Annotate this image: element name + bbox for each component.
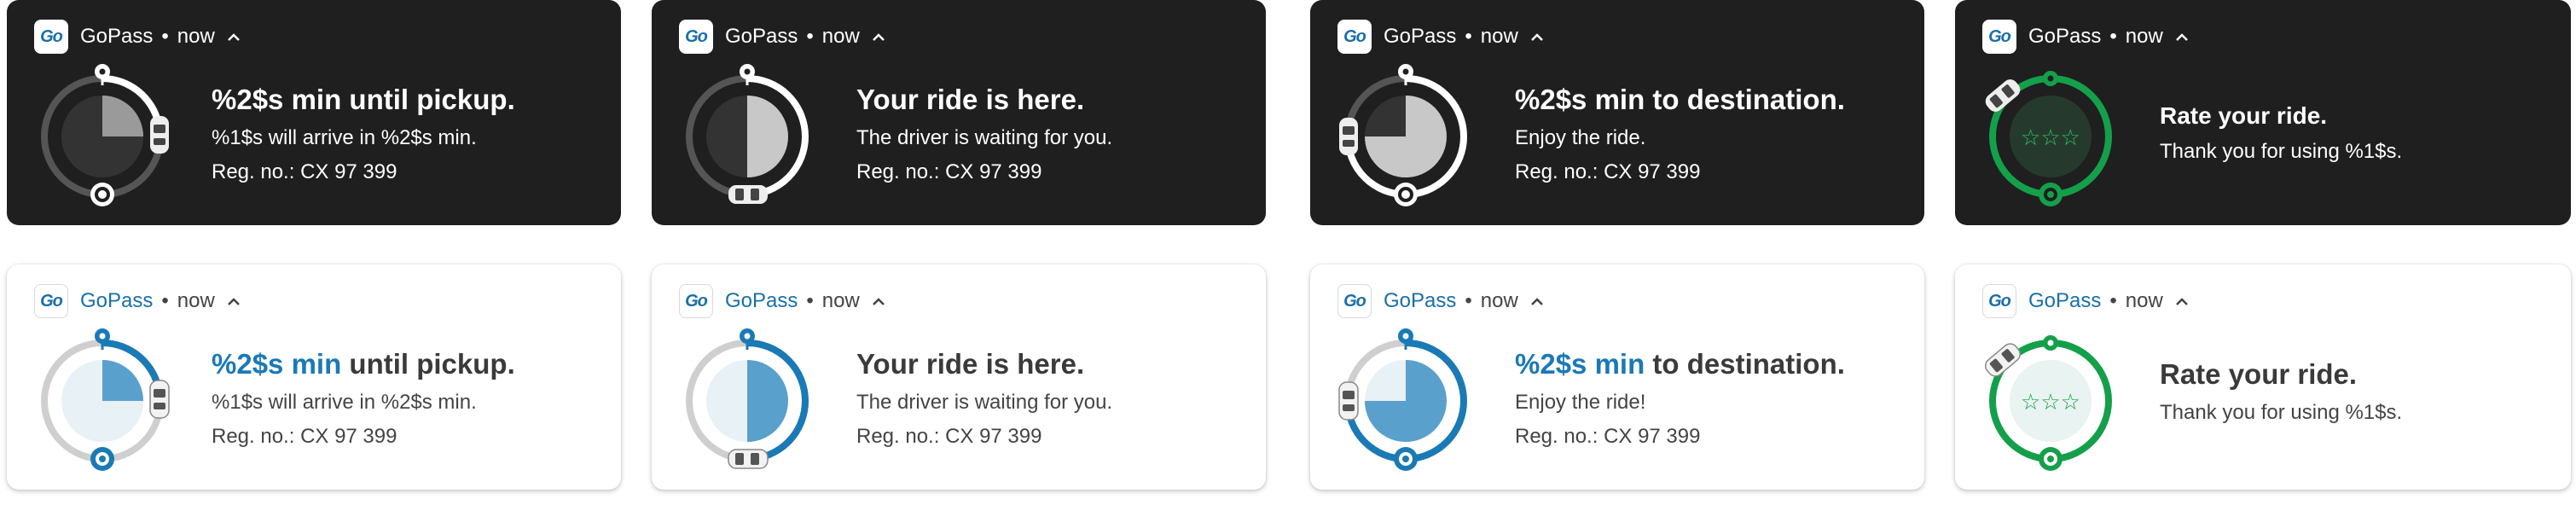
rating-complete-icon: ☆☆☆ [1985, 71, 2112, 206]
title-time: %2$s min [212, 348, 342, 380]
notification-body: Thank you for using %1$s. [2160, 140, 2403, 163]
gopass-app-icon: Go [1982, 284, 2016, 318]
rating-stars: ☆☆☆ [2021, 390, 2080, 415]
app-name: GoPass [725, 289, 798, 312]
chevron-up-icon[interactable] [1529, 295, 1546, 307]
timestamp: now [177, 25, 215, 48]
chevron-up-icon[interactable] [2173, 31, 2190, 43]
destination-progress-icon [1338, 328, 1467, 471]
registration-number: Reg. no.: CX 97 399 [1515, 425, 1701, 448]
rating-complete-icon: ☆☆☆ [1985, 335, 2112, 471]
registration-number: Reg. no.: CX 97 399 [212, 425, 397, 448]
gopass-app-icon: Go [34, 284, 68, 318]
registration-number: Reg. no.: CX 97 399 [856, 425, 1042, 448]
title-time: %2$s min [1515, 348, 1645, 380]
notification-title: Rate your ride. [2160, 102, 2328, 129]
gopass-app-icon: Go [679, 284, 713, 318]
registration-number: Reg. no.: CX 97 399 [212, 160, 397, 183]
timestamp: now [177, 289, 215, 312]
chevron-up-icon[interactable] [225, 295, 242, 307]
notification-title: Your ride is here. [856, 84, 1085, 115]
notification-header: Go GoPass • now [1982, 282, 2190, 321]
gopass-app-icon: Go [679, 20, 713, 54]
notification-card-arrived-light[interactable]: Go GoPass • now Your ride is here. The d… [652, 264, 1266, 490]
title-rest: until pickup. [341, 348, 515, 380]
destination-progress-icon [1339, 64, 1467, 206]
timestamp: now [1480, 25, 1518, 48]
timestamp: now [2125, 289, 2163, 312]
gopass-app-icon: Go [1982, 20, 2016, 54]
timestamp: now [821, 25, 860, 48]
notification-title: Your ride is here. [856, 348, 1085, 380]
notification-card-pickup-light[interactable]: Go GoPass • now %2$s min until pickup. %… [7, 264, 621, 490]
pickup-progress-icon [41, 64, 169, 206]
chevron-up-icon[interactable] [225, 31, 242, 43]
chevron-up-icon[interactable] [1529, 31, 1546, 43]
gopass-app-icon: Go [1337, 284, 1372, 318]
chevron-up-icon[interactable] [870, 295, 887, 307]
registration-number: Reg. no.: CX 97 399 [1515, 160, 1701, 183]
notification-card-rate-light[interactable]: Go GoPass • now ☆☆☆ Rate your ride. Than… [1955, 264, 2571, 490]
notification-card-destination-light[interactable]: Go GoPass • now %2$s min to destination.… [1310, 264, 1924, 490]
notification-header: Go GoPass • now [34, 17, 242, 56]
notification-header: Go GoPass • now [1337, 282, 1546, 321]
gopass-app-icon: Go [34, 20, 68, 54]
timestamp: now [2125, 25, 2163, 48]
arrival-progress-icon [686, 64, 809, 204]
timestamp: now [821, 289, 860, 312]
notification-header: Go GoPass • now [1982, 17, 2190, 56]
app-name: GoPass [2028, 289, 2102, 312]
notification-card-destination-dark[interactable]: Go GoPass • now %2$s min to destination.… [1310, 0, 1924, 225]
notification-card-rate-dark[interactable]: Go GoPass • now ☆☆☆ Rate your ride. Than… [1955, 0, 2571, 225]
chevron-up-icon[interactable] [2173, 295, 2190, 307]
registration-number: Reg. no.: CX 97 399 [856, 160, 1042, 183]
notification-title: %2$s min to destination. [1515, 348, 1845, 380]
notification-body: The driver is waiting for you. [856, 126, 1113, 149]
chevron-up-icon[interactable] [870, 31, 887, 43]
notification-header: Go GoPass • now [34, 282, 242, 321]
notification-body: %1$s will arrive in %2$s min. [212, 126, 477, 149]
app-name: GoPass [80, 289, 154, 312]
gopass-app-icon: Go [1337, 20, 1372, 54]
notification-header: Go GoPass • now [1337, 17, 1546, 56]
notification-header: Go GoPass • now [679, 282, 887, 321]
notification-header: Go GoPass • now [679, 17, 887, 56]
notification-title: %2$s min until pickup. [212, 348, 515, 380]
app-name: GoPass [80, 25, 154, 48]
notification-body: Thank you for using %1$s. [2160, 401, 2403, 424]
notification-title: Rate your ride. [2160, 358, 2358, 390]
notification-body: Enjoy the ride! [1515, 391, 1646, 414]
app-name: GoPass [2028, 25, 2102, 48]
title-rest: to destination. [1645, 348, 1845, 380]
notification-body: %1$s will arrive in %2$s min. [212, 391, 477, 414]
app-name: GoPass [1384, 25, 1457, 48]
pickup-progress-icon [41, 328, 170, 471]
notification-title: %2$s min until pickup. [212, 84, 515, 115]
timestamp: now [1480, 289, 1518, 312]
rating-stars: ☆☆☆ [2021, 125, 2080, 151]
notification-card-pickup-dark[interactable]: Go GoPass • now %2$s min until pickup. %… [7, 0, 621, 225]
notification-body: Enjoy the ride. [1515, 126, 1646, 149]
app-name: GoPass [725, 25, 798, 48]
notification-body: The driver is waiting for you. [856, 391, 1113, 414]
app-name: GoPass [1384, 289, 1457, 312]
arrival-progress-icon [686, 328, 809, 469]
notification-card-arrived-dark[interactable]: Go GoPass • now Your ride is here. The d… [652, 0, 1266, 225]
notification-title: %2$s min to destination. [1515, 84, 1845, 115]
